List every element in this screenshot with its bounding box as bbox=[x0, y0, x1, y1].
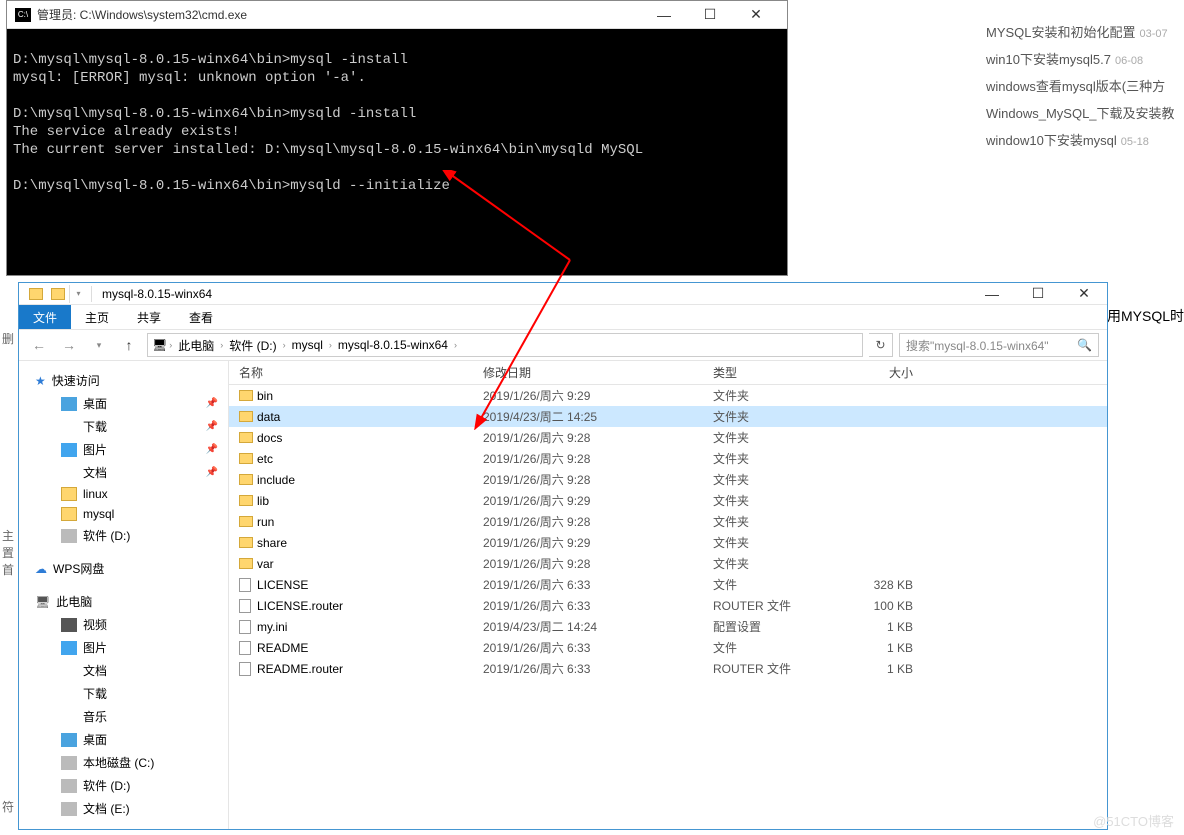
sidebar-item[interactable]: linux bbox=[19, 484, 228, 504]
file-pane: 名称 修改日期 类型 大小 bin2019/1/26/周六 9:29文件夹dat… bbox=[229, 361, 1107, 829]
pc-icon: 🖥 bbox=[152, 338, 167, 352]
search-input[interactable]: 搜索"mysql-8.0.15-winx64"🔍 bbox=[899, 333, 1099, 357]
breadcrumb-segment[interactable]: mysql-8.0.15-winx64 bbox=[334, 338, 452, 352]
file-row[interactable]: lib2019/1/26/周六 9:29文件夹 bbox=[229, 490, 1107, 511]
refresh-button[interactable]: ↻ bbox=[869, 333, 893, 357]
related-link[interactable]: Windows_MySQL_下载及安装教 bbox=[986, 99, 1184, 126]
file-row[interactable]: LICENSE2019/1/26/周六 6:33文件328 KB bbox=[229, 574, 1107, 595]
sidebar-item[interactable]: 桌面📌 bbox=[19, 392, 228, 415]
breadcrumb-segment[interactable]: 软件 (D:) bbox=[225, 337, 280, 354]
related-link[interactable]: windows查看mysql版本(三种方 bbox=[986, 72, 1184, 99]
file-row[interactable]: data2019/4/23/周二 14:25文件夹 bbox=[229, 406, 1107, 427]
maximize-button[interactable]: ☐ bbox=[1015, 283, 1061, 305]
cmd-titlebar[interactable]: C:\ 管理员: C:\Windows\system32\cmd.exe — ☐… bbox=[7, 1, 787, 29]
up-button[interactable]: ↑ bbox=[117, 333, 141, 357]
watermark: @51CTO博客 bbox=[1093, 811, 1174, 830]
column-headers[interactable]: 名称 修改日期 类型 大小 bbox=[229, 361, 1107, 385]
related-link[interactable]: MYSQL安装和初始化配置03-07 bbox=[986, 18, 1184, 45]
nav-pane[interactable]: ★快速访问 桌面📌下载📌图片📌文档📌linuxmysql软件 (D:) ☁WPS… bbox=[19, 361, 229, 829]
file-row[interactable]: run2019/1/26/周六 9:28文件夹 bbox=[229, 511, 1107, 532]
sidebar-item[interactable]: 本地磁盘 (C:) bbox=[19, 751, 228, 774]
maximize-button[interactable]: ☐ bbox=[687, 1, 733, 29]
back-button[interactable]: ← bbox=[27, 333, 51, 357]
sidebar-item[interactable]: 软件 (D:) bbox=[19, 774, 228, 797]
related-link[interactable]: win10下安装mysql5.706-08 bbox=[986, 45, 1184, 72]
file-row[interactable]: LICENSE.router2019/1/26/周六 6:33ROUTER 文件… bbox=[229, 595, 1107, 616]
cmd-icon: C:\ bbox=[15, 8, 31, 22]
sidebar-item[interactable]: 文档 (E:) bbox=[19, 797, 228, 820]
ribbon-tab-file[interactable]: 文件 bbox=[19, 305, 71, 329]
close-button[interactable]: ✕ bbox=[1061, 283, 1107, 305]
cmd-title: 管理员: C:\Windows\system32\cmd.exe bbox=[37, 6, 641, 23]
file-row[interactable]: docs2019/1/26/周六 9:28文件夹 bbox=[229, 427, 1107, 448]
file-row[interactable]: include2019/1/26/周六 9:28文件夹 bbox=[229, 469, 1107, 490]
page-snippet: 用MYSQL时 bbox=[1107, 306, 1184, 326]
wps-cloud[interactable]: ☁WPS网盘 bbox=[19, 557, 228, 580]
minimize-button[interactable]: — bbox=[969, 283, 1015, 305]
minimize-button[interactable]: — bbox=[641, 1, 687, 29]
col-date[interactable]: 修改日期 bbox=[483, 364, 713, 381]
breadcrumb-segment[interactable]: mysql bbox=[288, 338, 327, 352]
sidebar-item[interactable]: 音乐 bbox=[19, 705, 228, 728]
file-row[interactable]: my.ini2019/4/23/周二 14:24配置设置1 KB bbox=[229, 616, 1107, 637]
breadcrumb-segment[interactable]: 此电脑 bbox=[174, 337, 218, 354]
ribbon-tab-view[interactable]: 查看 bbox=[175, 305, 227, 329]
close-button[interactable]: ✕ bbox=[733, 1, 779, 29]
sidebar-item[interactable]: 文档 bbox=[19, 659, 228, 682]
file-row[interactable]: README.router2019/1/26/周六 6:33ROUTER 文件1… bbox=[229, 658, 1107, 679]
ribbon: 文件 主页 共享 查看 bbox=[19, 305, 1107, 329]
col-size[interactable]: 大小 bbox=[833, 364, 913, 381]
sidebar-item[interactable]: 软件 (D:) bbox=[19, 524, 228, 547]
col-name[interactable]: 名称 bbox=[239, 364, 483, 381]
recent-dropdown[interactable]: ▾ bbox=[87, 333, 111, 357]
forward-button[interactable]: → bbox=[57, 333, 81, 357]
address-bar[interactable]: 🖥 › 此电脑›软件 (D:)›mysql›mysql-8.0.15-winx6… bbox=[147, 333, 863, 357]
col-type[interactable]: 类型 bbox=[713, 364, 833, 381]
sidebar-item[interactable]: 图片 bbox=[19, 636, 228, 659]
cmd-window: C:\ 管理员: C:\Windows\system32\cmd.exe — ☐… bbox=[6, 0, 788, 276]
ribbon-tab-home[interactable]: 主页 bbox=[71, 305, 123, 329]
related-links: MYSQL安装和初始化配置03-07win10下安装mysql5.706-08w… bbox=[986, 18, 1184, 153]
quick-access[interactable]: ★快速访问 bbox=[19, 369, 228, 392]
sidebar-item[interactable]: 下载📌 bbox=[19, 415, 228, 438]
address-bar-row: ← → ▾ ↑ 🖥 › 此电脑›软件 (D:)›mysql›mysql-8.0.… bbox=[19, 329, 1107, 361]
sidebar-item[interactable]: 图片📌 bbox=[19, 438, 228, 461]
explorer-window: ▾ mysql-8.0.15-winx64 — ☐ ✕ 文件 主页 共享 查看 … bbox=[18, 282, 1108, 830]
file-list[interactable]: bin2019/1/26/周六 9:29文件夹data2019/4/23/周二 … bbox=[229, 385, 1107, 679]
ribbon-tab-share[interactable]: 共享 bbox=[123, 305, 175, 329]
file-row[interactable]: share2019/1/26/周六 9:29文件夹 bbox=[229, 532, 1107, 553]
page-edge: 删主置首符 bbox=[0, 310, 18, 835]
folder-icon bbox=[25, 285, 47, 303]
sidebar-item[interactable]: 桌面 bbox=[19, 728, 228, 751]
explorer-titlebar[interactable]: ▾ mysql-8.0.15-winx64 — ☐ ✕ bbox=[19, 283, 1107, 305]
file-row[interactable]: README2019/1/26/周六 6:33文件1 KB bbox=[229, 637, 1107, 658]
sidebar-item[interactable]: 文档📌 bbox=[19, 461, 228, 484]
file-row[interactable]: var2019/1/26/周六 9:28文件夹 bbox=[229, 553, 1107, 574]
cmd-output[interactable]: D:\mysql\mysql-8.0.15-winx64\bin>mysql -… bbox=[7, 29, 787, 275]
sidebar-item[interactable]: 下载 bbox=[19, 682, 228, 705]
sidebar-item[interactable]: 视频 bbox=[19, 613, 228, 636]
file-row[interactable]: etc2019/1/26/周六 9:28文件夹 bbox=[229, 448, 1107, 469]
related-link[interactable]: window10下安装mysql05-18 bbox=[986, 126, 1184, 153]
file-row[interactable]: bin2019/1/26/周六 9:29文件夹 bbox=[229, 385, 1107, 406]
folder-icon bbox=[47, 285, 69, 303]
qat-dropdown[interactable]: ▾ bbox=[69, 285, 87, 303]
sidebar-item[interactable]: mysql bbox=[19, 504, 228, 524]
window-title: mysql-8.0.15-winx64 bbox=[102, 287, 212, 301]
this-pc[interactable]: 🖥此电脑 bbox=[19, 590, 228, 613]
